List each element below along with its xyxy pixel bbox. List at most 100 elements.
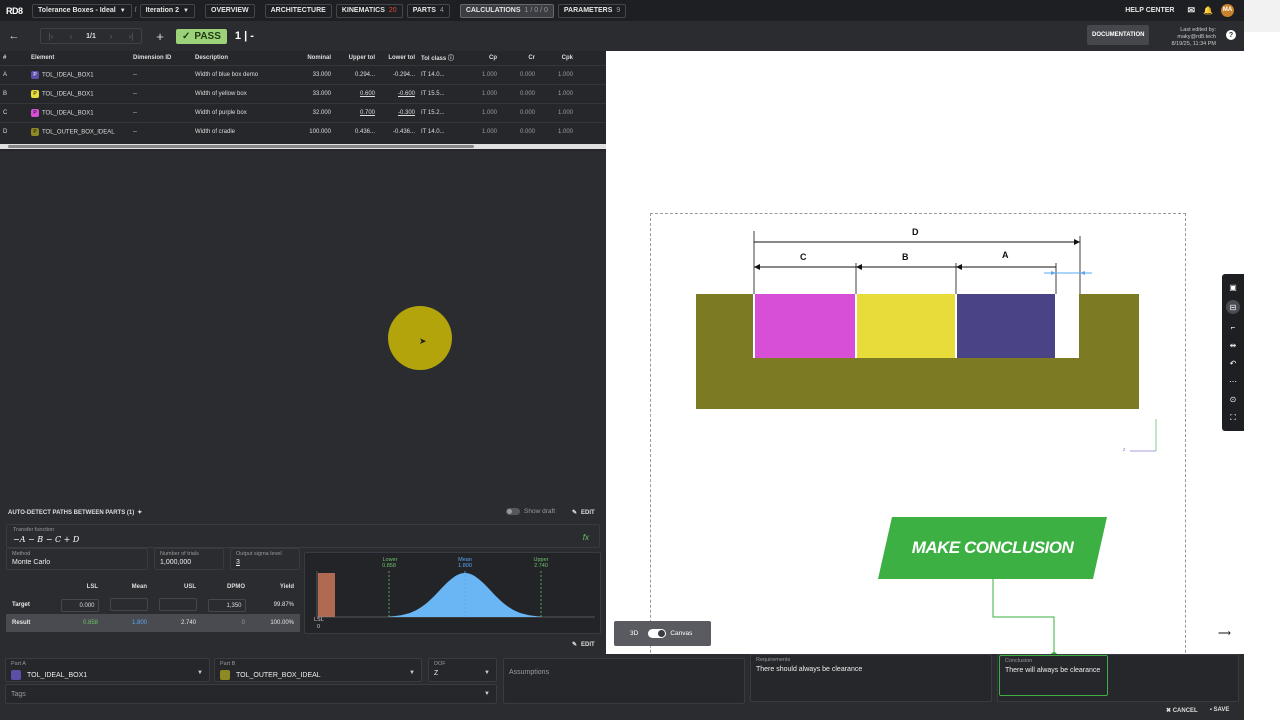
col-nominal[interactable]: Nominal [294, 51, 334, 65]
row-dimension-id[interactable]: -- [130, 83, 192, 103]
first-page-icon[interactable]: |‹ [41, 32, 61, 41]
col-description[interactable]: Description [192, 51, 294, 65]
row-description[interactable]: Width of yellow box [192, 83, 294, 103]
target-usl-input[interactable] [158, 597, 197, 611]
part-b-select[interactable]: Part B TOL_OUTER_BOX_IDEAL ▼ [214, 658, 422, 682]
help-icon[interactable]: ? [1226, 30, 1236, 40]
bell-icon[interactable]: 🔔 [1203, 6, 1213, 15]
col-tol-class[interactable]: Tol class ⓘ [418, 51, 462, 65]
assumptions-field[interactable]: Assumptions [503, 658, 745, 704]
project-selector[interactable]: Tolerance Boxes - Ideal ▼ [32, 3, 132, 18]
table-row[interactable]: A P TOL_IDEAL_BOX1 -- Width of blue box d… [0, 64, 606, 84]
requirements-field[interactable]: Requirements There should always be clea… [750, 654, 992, 702]
dots-icon[interactable]: ⋯ [1228, 377, 1238, 387]
table-row[interactable]: C P TOL_IDEAL_BOX1 -- Width of purple box… [0, 102, 606, 122]
row-lower-tol[interactable]: -0.300 [378, 102, 418, 122]
row-description[interactable]: Width of purple box [192, 102, 294, 122]
corner-icon[interactable]: ⌐ [1228, 322, 1238, 332]
row-nominal[interactable]: 33.000 [294, 64, 334, 84]
prev-page-icon[interactable]: ‹ [61, 32, 81, 41]
row-lower-tol[interactable]: -0.600 [378, 83, 418, 103]
row-nominal[interactable]: 32.000 [294, 102, 334, 122]
show-draft-toggle[interactable]: Show draft [506, 508, 555, 515]
row-element[interactable]: P TOL_IDEAL_BOX1 [28, 83, 130, 103]
image-icon[interactable]: ▣ [1228, 282, 1238, 292]
function-icon[interactable]: fx [583, 533, 589, 542]
edit-stats-button[interactable]: ✎ EDIT [572, 641, 595, 649]
mode-3d-label[interactable]: 3D [630, 630, 638, 637]
horizontal-scrollbar-thumb[interactable] [8, 145, 474, 148]
row-upper-tol[interactable]: 0.436... [334, 121, 378, 141]
row-dimension-id[interactable]: -- [130, 121, 192, 141]
tags-field[interactable]: Tags ▼ [5, 684, 497, 704]
help-center-button[interactable]: HELP CENTER [1120, 3, 1179, 17]
app-logo[interactable]: RD8 [6, 4, 28, 18]
undo-icon[interactable]: ↶ [1228, 359, 1238, 369]
mode-switch[interactable] [648, 629, 667, 638]
col-cr[interactable]: Cr [500, 51, 538, 65]
row-dimension-id[interactable]: -- [130, 102, 192, 122]
tab-parameters[interactable]: PARAMETERS 9 [557, 3, 627, 18]
table-row[interactable]: D P TOL_OUTER_BOX_IDEAL -- Width of cradl… [0, 121, 606, 141]
row-tol-class[interactable]: IT 14.0... [418, 64, 462, 84]
row-upper-tol[interactable]: 0.700 [334, 102, 378, 122]
edit-transfer-button[interactable]: ✎ EDIT [572, 509, 595, 517]
focus-icon[interactable]: ⊙ [1228, 395, 1238, 405]
iteration-selector[interactable]: Iteration 2 ▼ [139, 3, 195, 18]
row-nominal[interactable]: 100.000 [294, 121, 334, 141]
row-element[interactable]: P TOL_OUTER_BOX_IDEAL [28, 121, 130, 141]
next-page-icon[interactable]: › [101, 32, 121, 41]
conclusion-field[interactable]: Conclusion There will always be clearanc… [999, 655, 1108, 696]
sigma-field[interactable]: Output sigma level 3 [230, 548, 300, 570]
part-a-select[interactable]: Part A TOL_IDEAL_BOX1 ▼ [5, 658, 210, 682]
avatar[interactable]: MA [1221, 3, 1234, 17]
col-element[interactable]: Element [28, 51, 130, 65]
cancel-button[interactable]: ✖ CANCEL [1166, 707, 1198, 714]
view-mode-toggle[interactable]: 3D Canvas [614, 621, 711, 646]
row-lower-tol[interactable]: -0.294... [378, 64, 418, 84]
row-dimension-id[interactable]: -- [130, 64, 192, 84]
tab-architecture[interactable]: ARCHITECTURE [264, 3, 332, 18]
row-upper-tol[interactable]: 0.600 [334, 83, 378, 103]
target-lsl-input[interactable]: 0.000 [60, 598, 99, 612]
row-description[interactable]: Width of blue box demo [192, 64, 294, 84]
last-page-icon[interactable]: ›| [121, 32, 141, 41]
row-tol-class[interactable]: IT 15.2... [418, 102, 462, 122]
mail-icon[interactable]: ✉ [1187, 5, 1195, 16]
dof-select[interactable]: DOF Z ▼ [428, 658, 497, 682]
back-arrow-icon[interactable]: ← [6, 28, 22, 44]
info-icon[interactable]: ⓘ [448, 56, 454, 62]
row-nominal[interactable]: 33.000 [294, 83, 334, 103]
target-dpmo-input[interactable]: 1,350 [207, 598, 246, 612]
method-field[interactable]: Method Monte Carlo [6, 548, 148, 570]
mode-canvas-label[interactable]: Canvas [670, 630, 692, 637]
row-element[interactable]: P TOL_IDEAL_BOX1 [28, 64, 130, 84]
table-row[interactable]: B P TOL_IDEAL_BOX1 -- Width of yellow box… [0, 83, 606, 103]
auto-detect-paths[interactable]: AUTO-DETECT PATHS BETWEEN PARTS (1) ✦ [8, 509, 142, 517]
row-tol-class[interactable]: IT 14.0... [418, 121, 462, 141]
tab-kinematics[interactable]: KINEMATICS 20 [335, 3, 403, 18]
measure-icon[interactable]: ⊟ [1226, 300, 1240, 315]
fullscreen-icon[interactable]: ⛶ [1228, 413, 1238, 423]
add-icon[interactable]: + [152, 28, 168, 44]
col-upper-tol[interactable]: Upper tol [334, 51, 378, 65]
col-cpk[interactable]: Cpk [538, 51, 576, 65]
target-mean-input[interactable] [109, 597, 148, 611]
pass-status-button[interactable]: ✓ PASS [176, 28, 227, 44]
tab-overview[interactable]: OVERVIEW [205, 3, 255, 18]
row-element[interactable]: P TOL_IDEAL_BOX1 [28, 102, 130, 122]
row-tol-class[interactable]: IT 15.5... [418, 83, 462, 103]
row-description[interactable]: Width of cradle [192, 121, 294, 141]
tab-calculations[interactable]: CALCULATIONS 1 / 0 / 0 [459, 3, 554, 18]
dimension-icon[interactable]: ⇹ [1228, 340, 1238, 350]
col-lower-tol[interactable]: Lower tol [378, 51, 418, 65]
documentation-button[interactable]: DOCUMENTATION [1087, 25, 1150, 45]
toggle-switch[interactable] [506, 508, 520, 515]
row-upper-tol[interactable]: 0.294... [334, 64, 378, 84]
trials-field[interactable]: Number of trials 1,000,000 [154, 548, 224, 570]
col-dimension-id[interactable]: Dimension ID [130, 51, 192, 65]
row-lower-tol[interactable]: -0.436... [378, 121, 418, 141]
col-cp[interactable]: Cp [462, 51, 500, 65]
save-button[interactable]: ▪ SAVE [1210, 707, 1230, 714]
tab-parts[interactable]: PARTS 4 [406, 3, 450, 18]
